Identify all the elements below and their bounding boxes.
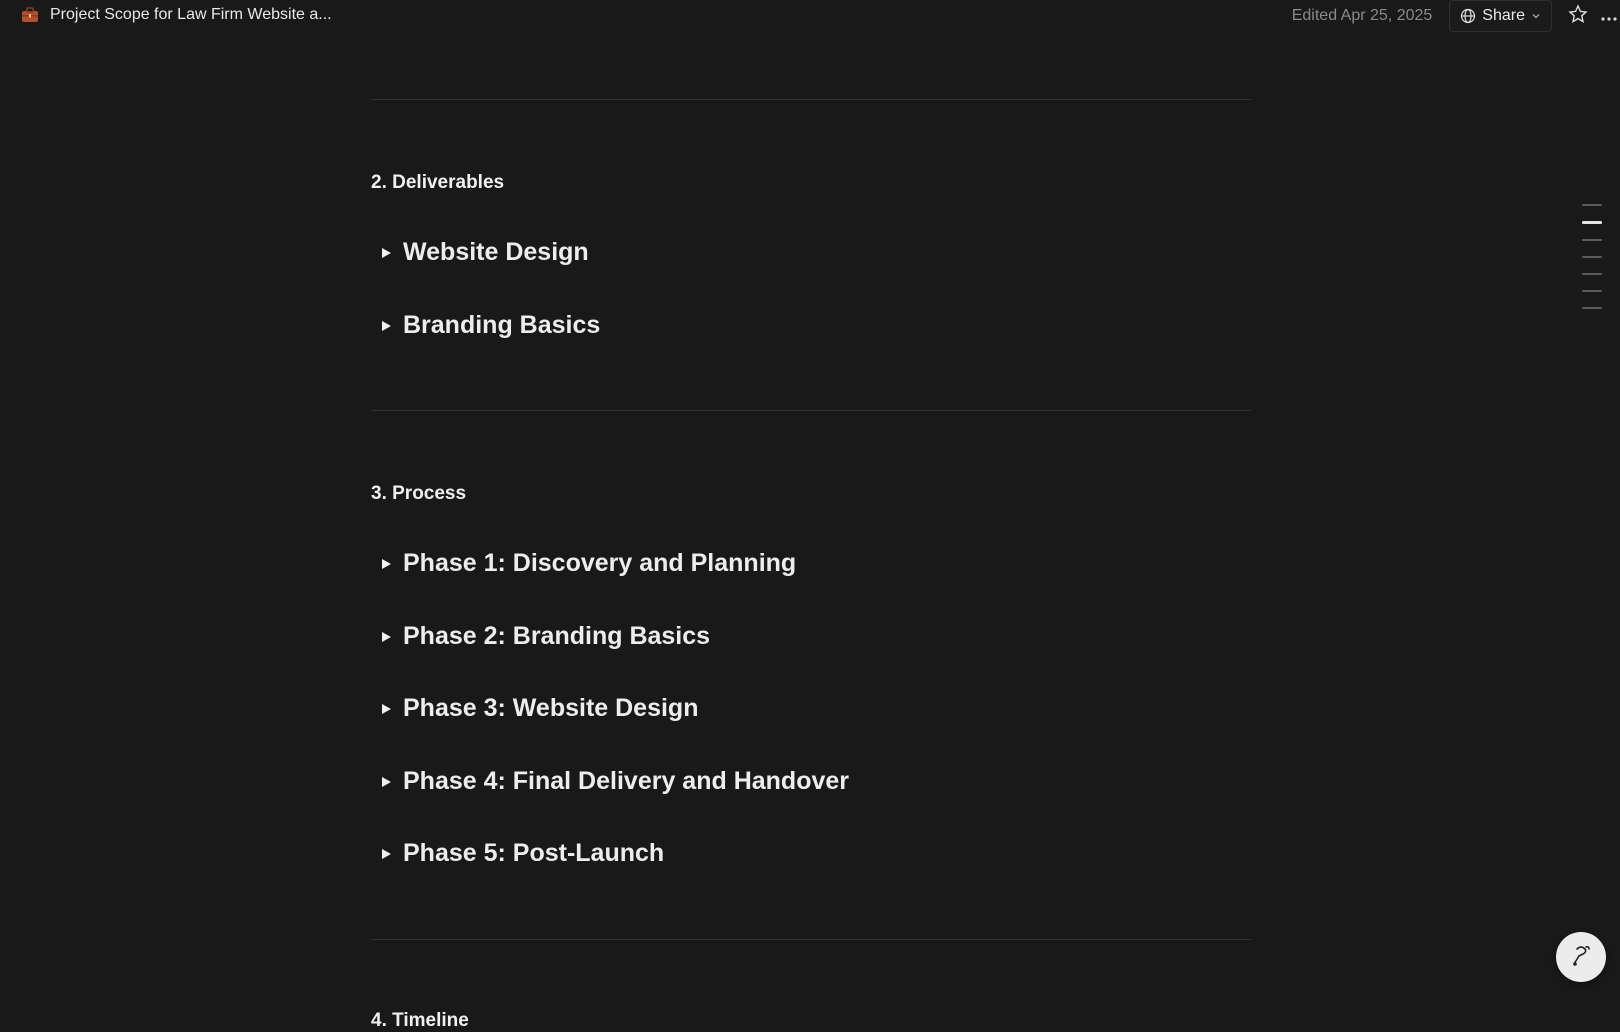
toggle-arrow-icon[interactable]	[379, 702, 393, 716]
toggle-phase-1[interactable]: Phase 1: Discovery and Planning	[379, 549, 796, 578]
divider	[371, 99, 1251, 100]
toggle-website-design[interactable]: Website Design	[379, 238, 589, 267]
doc-title: Project Scope for Law Firm Website a...	[50, 6, 332, 23]
star-icon	[1568, 3, 1588, 29]
section-heading-timeline: 4. Timeline	[371, 1010, 469, 1031]
help-button[interactable]	[1556, 932, 1606, 982]
chevron-down-icon	[1531, 11, 1541, 21]
top-bar: Project Scope for Law Firm Website a... …	[0, 0, 1620, 32]
more-icon	[1599, 6, 1619, 27]
help-icon	[1566, 940, 1596, 975]
divider	[371, 410, 1251, 411]
toc-item[interactable]	[1582, 290, 1602, 292]
toggle-phase-2[interactable]: Phase 2: Branding Basics	[379, 622, 710, 651]
table-of-contents-rail[interactable]	[1582, 204, 1602, 324]
share-button[interactable]: Share	[1449, 0, 1552, 32]
toggle-phase-5[interactable]: Phase 5: Post-Launch	[379, 839, 664, 868]
toggle-arrow-icon[interactable]	[379, 246, 393, 260]
toggle-branding-basics[interactable]: Branding Basics	[379, 311, 600, 340]
briefcase-icon	[20, 5, 40, 25]
toggle-title: Phase 3: Website Design	[403, 694, 699, 722]
toc-item[interactable]	[1582, 273, 1602, 275]
more-options-button[interactable]	[1598, 4, 1620, 28]
section-heading-deliverables: 2. Deliverables	[371, 172, 505, 193]
toggle-arrow-icon[interactable]	[379, 630, 393, 644]
doc-breadcrumb[interactable]: Project Scope for Law Firm Website a...	[20, 5, 332, 25]
edited-timestamp: Edited Apr 25, 2025	[1291, 7, 1433, 24]
toggle-title: Branding Basics	[403, 311, 601, 339]
toc-item[interactable]	[1582, 256, 1602, 258]
toc-item[interactable]	[1582, 204, 1602, 206]
toc-item[interactable]	[1582, 239, 1602, 241]
toggle-arrow-icon[interactable]	[379, 319, 393, 333]
toc-item[interactable]	[1582, 307, 1602, 309]
toggle-title: Phase 5: Post-Launch	[403, 839, 665, 867]
share-label: Share	[1482, 7, 1525, 24]
toggle-arrow-icon[interactable]	[379, 557, 393, 571]
toggle-phase-4[interactable]: Phase 4: Final Delivery and Handover	[379, 767, 849, 796]
divider	[371, 939, 1251, 940]
toc-item-active[interactable]	[1582, 221, 1602, 224]
section-heading-process: 3. Process	[371, 483, 467, 504]
toggle-title: Phase 1: Discovery and Planning	[403, 549, 797, 577]
toggle-title: Phase 4: Final Delivery and Handover	[403, 767, 849, 795]
globe-icon	[1460, 8, 1476, 24]
toggle-arrow-icon[interactable]	[379, 847, 393, 861]
toggle-title: Phase 2: Branding Basics	[403, 622, 711, 650]
favorite-button[interactable]	[1566, 3, 1590, 29]
toggle-arrow-icon[interactable]	[379, 775, 393, 789]
toggle-phase-3[interactable]: Phase 3: Website Design	[379, 694, 698, 723]
toggle-title: Website Design	[403, 238, 589, 266]
